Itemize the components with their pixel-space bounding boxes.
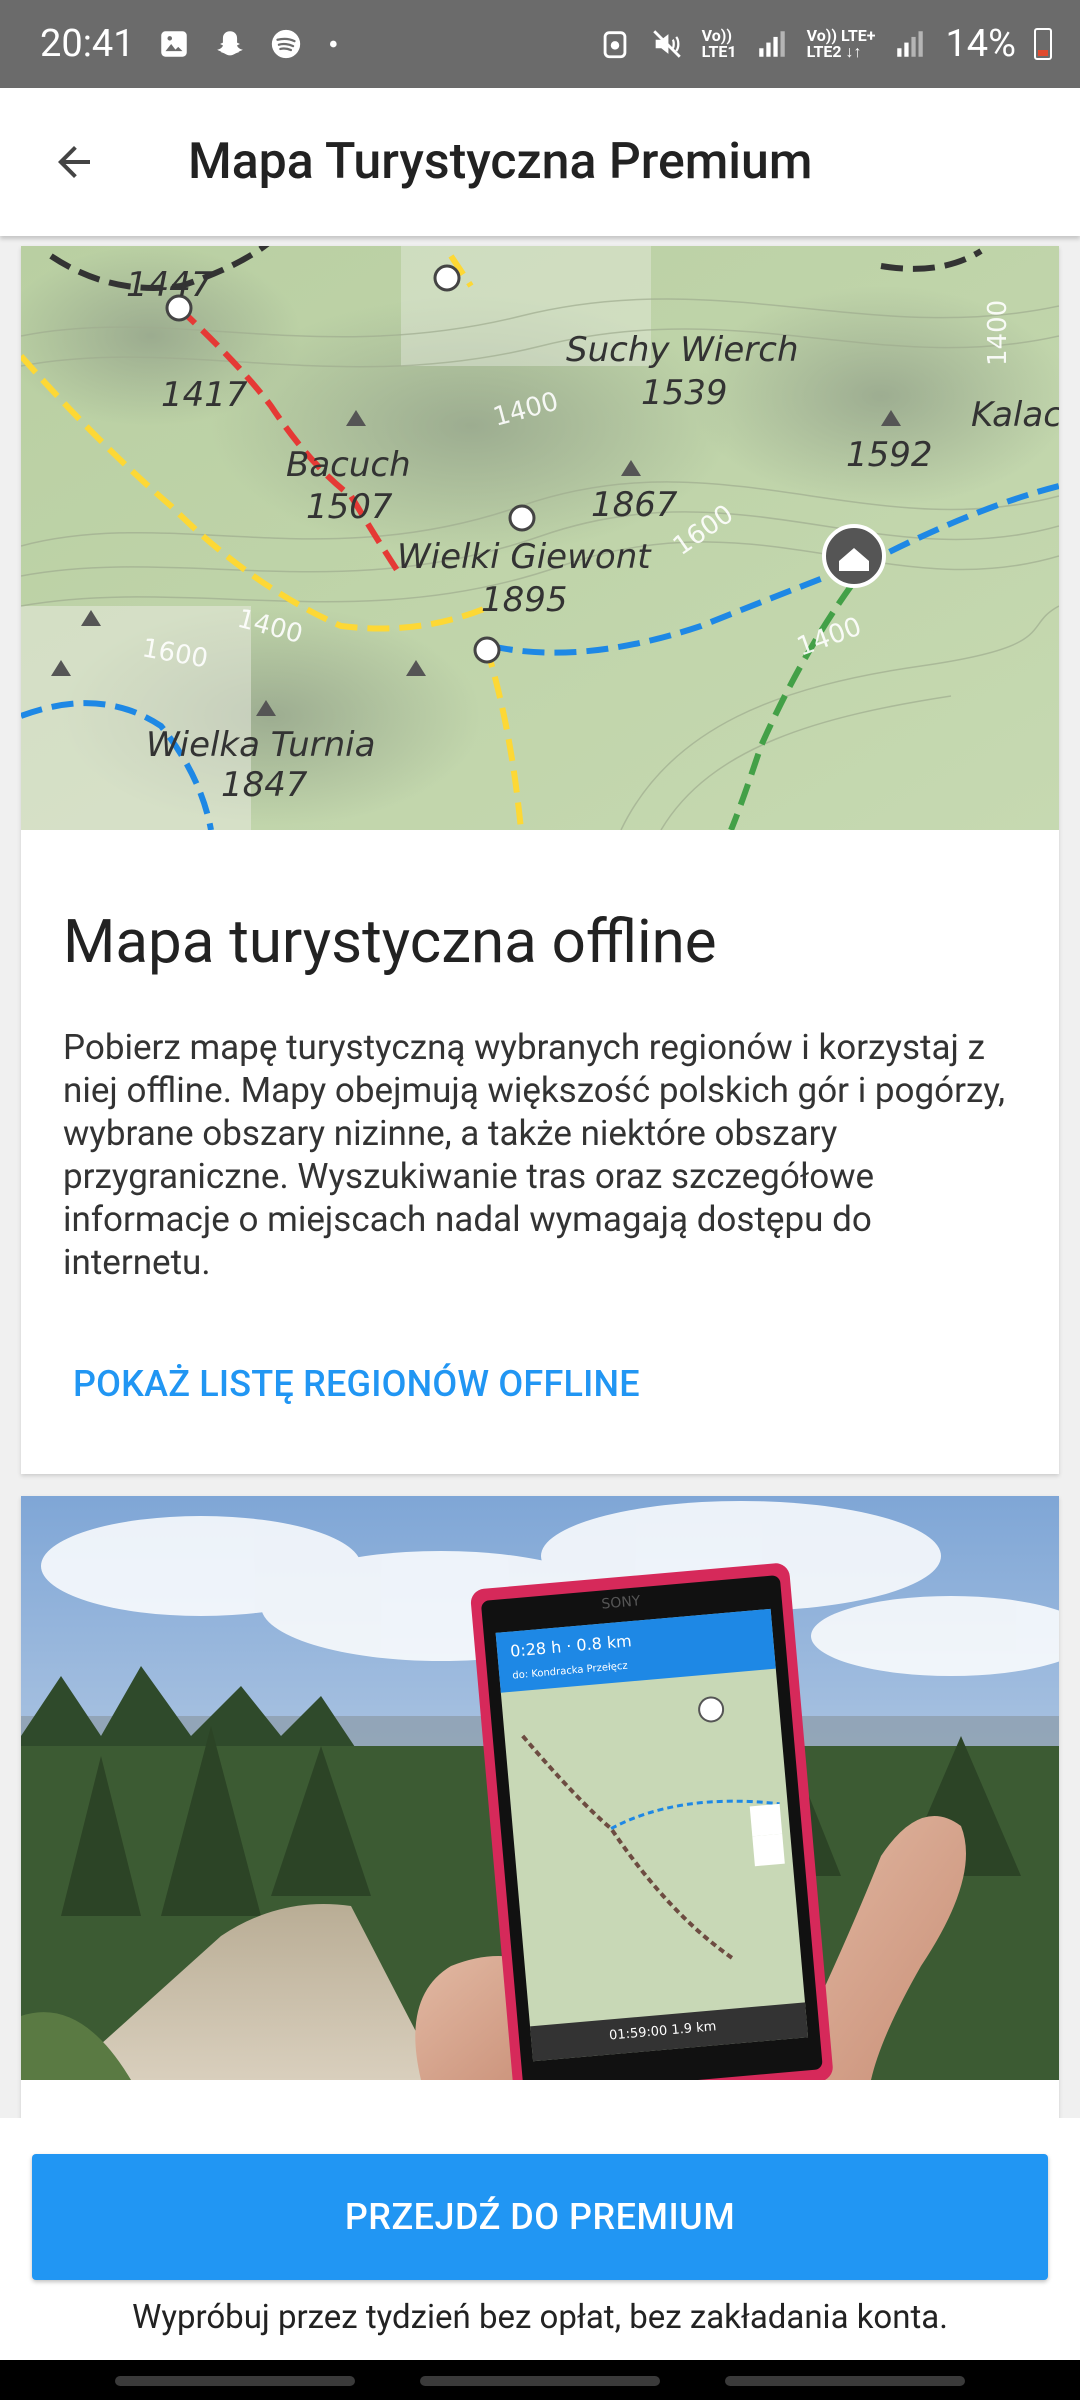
- mute-icon: [652, 30, 681, 58]
- system-navigation-bar: [0, 2360, 1080, 2400]
- status-bar: 20:41 Vo)) LTE1 Vo)) LTE+ LTE2 ↓↑ 14%: [0, 0, 1080, 88]
- svg-text:1895: 1895: [481, 580, 568, 620]
- alarm-icon: [603, 31, 626, 59]
- svg-text:Bacuch: Bacuch: [286, 445, 411, 485]
- svg-text:1417: 1417: [161, 375, 248, 415]
- svg-text:Wielka Turnia: Wielka Turnia: [146, 725, 375, 765]
- svg-text:1400: 1400: [983, 300, 1013, 366]
- svg-text:1447: 1447: [126, 265, 213, 305]
- svg-text:1847: 1847: [221, 765, 308, 805]
- svg-text:1592: 1592: [846, 435, 933, 475]
- offline-map-card: 1447 1417 Bacuch 1507 Suchy Wierch 1539 …: [21, 246, 1059, 1474]
- go-premium-button[interactable]: PRZEJDŹ DO PREMIUM: [32, 2154, 1048, 2280]
- dot-icon: [329, 40, 337, 48]
- svg-text:1507: 1507: [306, 487, 393, 527]
- svg-text:1539: 1539: [641, 373, 728, 413]
- spotify-icon: [271, 29, 300, 59]
- page-title: Mapa Turystyczna Premium: [188, 133, 813, 191]
- signal-icon-2: [897, 31, 924, 57]
- sim2-label: Vo)) LTE+ LTE2 ↓↑: [806, 26, 876, 61]
- nav-home-handle[interactable]: [420, 2376, 660, 2386]
- snapchat-icon: [216, 31, 243, 56]
- svg-text:SONY: SONY: [601, 1593, 642, 1612]
- card-title: Mapa turystyczna offline: [63, 906, 717, 977]
- phone-in-hand-photo: SONY 0:28 h · 0.8 km do: Kondracka Przeł…: [21, 1496, 1059, 2080]
- status-time: 20:41: [40, 22, 135, 66]
- back-button[interactable]: [0, 88, 148, 236]
- app-bar: Mapa Turystyczna Premium: [0, 88, 1080, 236]
- sim1-label: Vo)) LTE1: [701, 26, 737, 61]
- battery-icon: [1034, 28, 1052, 60]
- arrow-left-icon: [58, 146, 90, 178]
- svg-text:1867: 1867: [591, 485, 678, 525]
- card-description: Pobierz mapę turystyczną wybranych regio…: [63, 1027, 1005, 1283]
- svg-text:Suchy Wierch: Suchy Wierch: [566, 330, 799, 370]
- nav-recent-handle[interactable]: [115, 2376, 355, 2386]
- battery-percent: 14%: [945, 22, 1016, 66]
- svg-text:Wielki Giewont: Wielki Giewont: [397, 537, 652, 577]
- gallery-icon: [160, 31, 187, 57]
- svg-text:Kalac: Kalac: [971, 395, 1059, 435]
- trial-info-text: Wypróbuj przez tydzień bez opłat, bez za…: [132, 2298, 948, 2337]
- show-offline-regions-link[interactable]: POKAŻ LISTĘ REGIONÓW OFFLINE: [73, 1363, 640, 1405]
- navigation-photo-card: SONY 0:28 h · 0.8 km do: Kondracka Przeł…: [21, 1496, 1059, 2196]
- nav-back-handle[interactable]: [725, 2376, 965, 2386]
- signal-icon: [758, 31, 785, 57]
- bottom-panel: PRZEJDŹ DO PREMIUM Wypróbuj przez tydzie…: [0, 2118, 1080, 2360]
- topographic-map-image: 1447 1417 Bacuch 1507 Suchy Wierch 1539 …: [21, 246, 1059, 830]
